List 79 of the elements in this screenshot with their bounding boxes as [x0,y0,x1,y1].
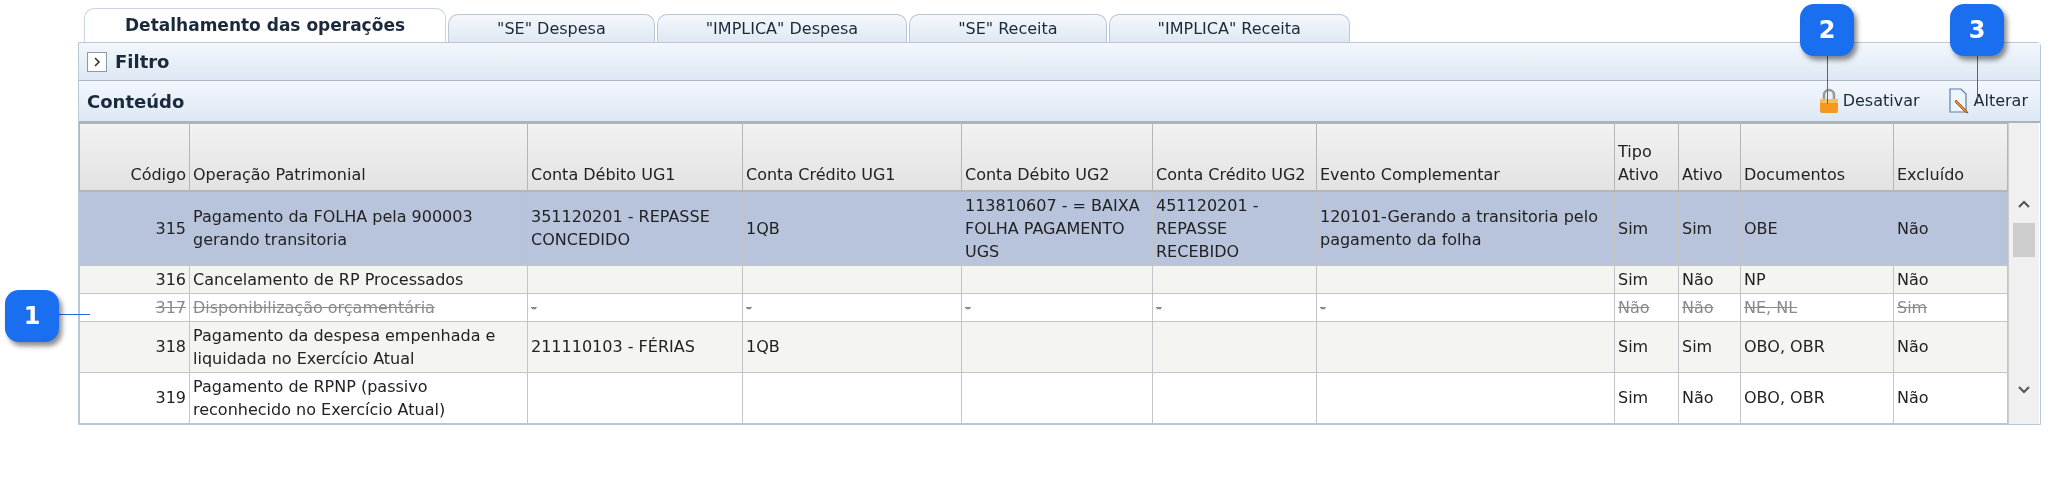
callout-badge: 3 [1950,4,2004,56]
table-cell: - [746,297,752,317]
table-cell: Não [1897,218,1929,238]
table-cell: Sim [1618,388,1649,407]
table-cell: 1QB [746,337,780,356]
column-header[interactable]: Conta Débito UG2 [961,123,1153,191]
table-cell: 451120201 - REPASSE RECEBIDO [1156,195,1259,261]
scroll-down-icon[interactable] [2017,385,2031,395]
column-header[interactable]: Tipo Ativo [1614,123,1679,191]
table-row[interactable]: 316 Cancelamento de RP Processados Sim Não NP Não [79,265,2008,293]
leader-line [58,314,90,315]
tab[interactable]: "SE" Despesa [448,14,655,42]
table-cell: - [1320,297,1326,317]
column-header[interactable]: Operação Patrimonial [189,123,528,191]
table-cell: NP [1744,269,1766,289]
column-header[interactable]: Conta Crédito UG2 [1152,123,1317,191]
table-cell: OBO, OBR [1744,388,1825,407]
table-cell: Sim [1682,337,1713,356]
table-cell: 120101-Gerando a transitoria pelo pagamento da folha [1320,207,1598,249]
table-cell: 211110103 - FÉRIAS [531,337,695,356]
table-cell: Não [1897,388,1929,407]
table-cell: OBE [1744,218,1778,238]
table-cell: 315 [155,218,186,238]
table-row[interactable]: 319 Pagamento de RPNP (passivo reconhecido no Exercício Atual) Sim Não OBO, OBR Não [79,372,2008,423]
column-header[interactable]: Ativo [1678,123,1741,191]
column-header[interactable]: Evento Complementar [1316,123,1615,191]
table-cell: OBO, OBR [1744,337,1825,356]
table-cell: - [1156,297,1162,317]
table-cell: Pagamento da FOLHA pela 900003 gerando transitoria [193,207,473,249]
table-cell: 316 [155,269,186,289]
table-cell: 319 [155,388,186,407]
callout-badge: 1 [5,290,59,342]
table-cell: 113810607 - = BAIXA FOLHA PAGAMENTO UGS [965,195,1140,261]
section-title: Conteúdo [87,89,185,114]
table-cell: 317 [155,297,186,317]
table-cell: Disponibilização orçamentária [193,297,435,317]
table-row[interactable]: 317 Disponibilização orçamentária - - - - - Não Não NE, NL Sim [79,293,2008,321]
column-header[interactable]: Conta Crédito UG1 [742,123,962,191]
expand-icon[interactable] [87,51,107,72]
table-cell: Não [1682,297,1714,317]
section-title: Filtro [115,50,170,74]
table-cell: Sim [1682,218,1713,238]
table-cell: Sim [1618,337,1649,356]
table-cell: 1QB [746,218,780,238]
padlock-icon [1818,88,1839,114]
table-cell: Cancelamento de RP Processados [193,269,464,289]
callout-badge: 2 [1800,4,1854,56]
deactivate-button[interactable]: Desativar [1818,88,1920,114]
column-header[interactable]: Documentos [1740,123,1894,191]
tab[interactable]: "IMPLICA" Despesa [656,14,908,42]
table-cell: Não [1897,269,1929,289]
table-cell: Sim [1897,297,1928,317]
scroll-thumb[interactable] [2013,223,2035,257]
table-row[interactable] [79,190,2008,265]
table-cell: 351120201 - REPASSE CONCEDIDO [531,207,710,249]
tab[interactable]: Detalhamento das operações [84,8,447,42]
table-cell: - [965,297,971,317]
table-cell: NE, NL [1744,297,1798,317]
table-cell: Sim [1618,218,1649,238]
scroll-up-icon[interactable] [2017,199,2031,209]
leader-line [1827,56,1828,104]
table-cell: Não [1897,337,1929,356]
document-pencil-icon [1947,88,1970,114]
table-cell: Não [1618,297,1650,317]
scrollbar[interactable] [2008,123,2039,424]
table-cell: Não [1682,269,1714,289]
table-cell: Pagamento de RPNP (passivo reconhecido no Exercício Atual) [193,376,446,419]
leader-line [1977,56,1978,104]
edit-button[interactable]: Alterar [1947,88,2028,114]
tab[interactable]: "SE" Receita [909,14,1107,42]
tab[interactable]: "IMPLICA" Receita [1108,14,1350,42]
table-cell: Pagamento da despesa empenhada e liquidada no Exercício Atual [193,325,496,368]
table-cell: Sim [1618,269,1649,289]
table-cell: Não [1682,388,1714,407]
column-header[interactable]: Conta Débito UG1 [527,123,743,191]
column-header[interactable]: Código [79,123,190,191]
table-row[interactable]: 318 Pagamento da despesa empenhada e liquidada no Exercício Atual 211110103 - FÉRIAS 1QB Sim Sim OBO, OBR Não [79,321,2008,372]
table-cell: - [531,297,537,317]
table-cell: 318 [155,337,186,356]
